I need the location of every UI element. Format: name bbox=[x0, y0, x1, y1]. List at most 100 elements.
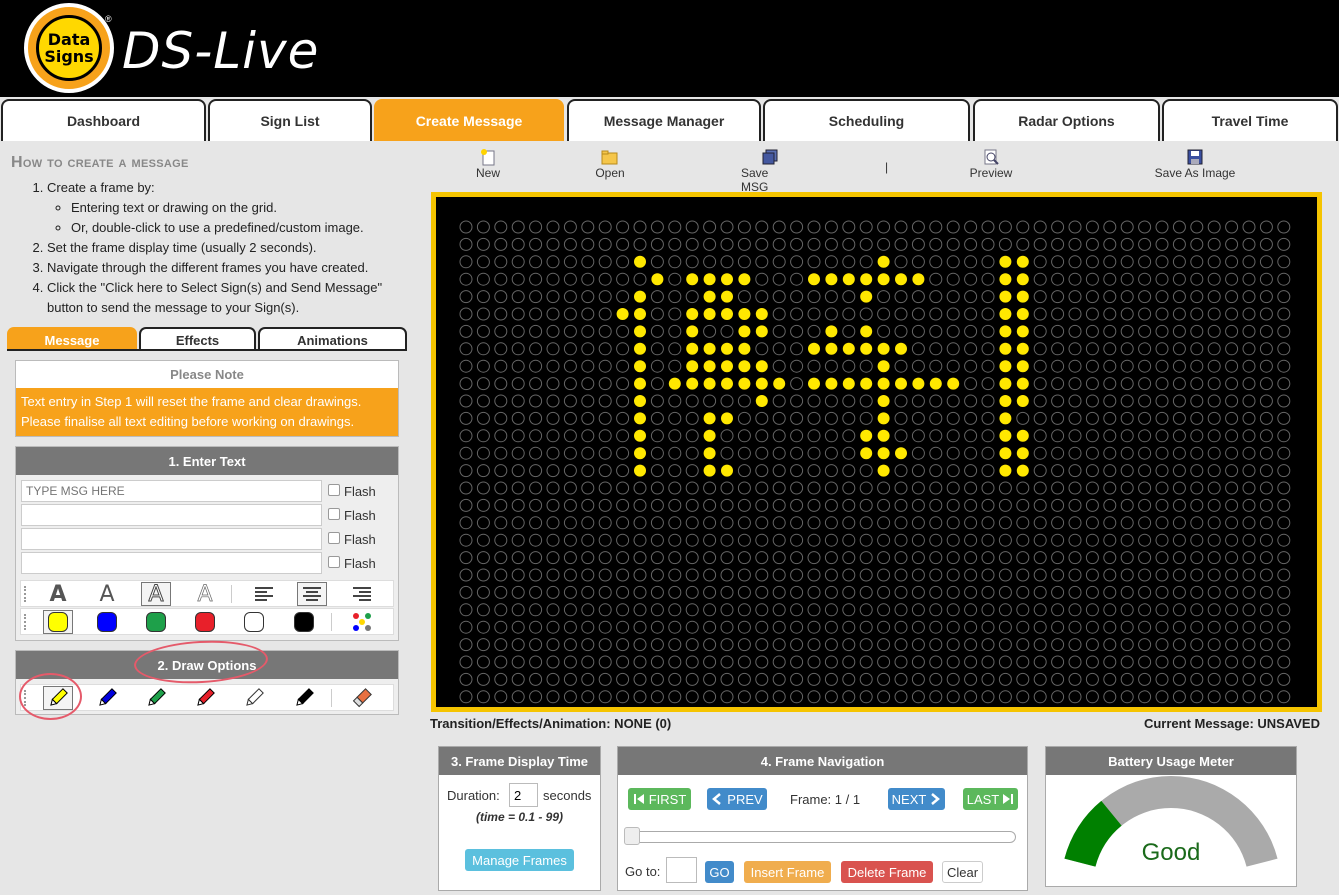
led-off[interactable] bbox=[476, 533, 490, 547]
led-off[interactable] bbox=[598, 377, 612, 391]
led-off[interactable] bbox=[1051, 655, 1065, 669]
led-off[interactable] bbox=[737, 255, 751, 269]
led-off[interactable] bbox=[494, 377, 508, 391]
led-on[interactable] bbox=[860, 273, 873, 286]
led-off[interactable] bbox=[824, 359, 838, 373]
led-off[interactable] bbox=[737, 394, 751, 408]
led-off[interactable] bbox=[824, 551, 838, 565]
color-blue-button[interactable] bbox=[92, 610, 122, 634]
led-off[interactable] bbox=[964, 620, 978, 634]
led-off[interactable] bbox=[668, 568, 682, 582]
led-off[interactable] bbox=[1068, 568, 1082, 582]
led-off[interactable] bbox=[1207, 446, 1221, 460]
led-off[interactable] bbox=[476, 585, 490, 599]
led-off[interactable] bbox=[459, 290, 473, 304]
led-off[interactable] bbox=[1277, 446, 1291, 460]
led-off[interactable] bbox=[911, 533, 925, 547]
led-off[interactable] bbox=[1068, 516, 1082, 530]
led-off[interactable] bbox=[668, 220, 682, 234]
led-off[interactable] bbox=[1033, 638, 1047, 652]
led-off[interactable] bbox=[1172, 377, 1186, 391]
led-off[interactable] bbox=[1068, 429, 1082, 443]
led-off[interactable] bbox=[790, 464, 804, 478]
led-off[interactable] bbox=[668, 585, 682, 599]
led-off[interactable] bbox=[1138, 446, 1152, 460]
led-off[interactable] bbox=[1225, 324, 1239, 338]
led-on[interactable] bbox=[634, 308, 646, 320]
led-off[interactable] bbox=[998, 690, 1012, 704]
led-off[interactable] bbox=[1172, 551, 1186, 565]
led-off[interactable] bbox=[807, 255, 821, 269]
led-off[interactable] bbox=[807, 620, 821, 634]
led-off[interactable] bbox=[998, 568, 1012, 582]
led-off[interactable] bbox=[946, 690, 960, 704]
led-off[interactable] bbox=[459, 272, 473, 286]
led-off[interactable] bbox=[1051, 672, 1065, 686]
led-off[interactable] bbox=[1172, 446, 1186, 460]
led-off[interactable] bbox=[824, 220, 838, 234]
led-off[interactable] bbox=[546, 359, 560, 373]
led-off[interactable] bbox=[807, 446, 821, 460]
led-off[interactable] bbox=[1207, 568, 1221, 582]
led-on[interactable] bbox=[999, 464, 1012, 477]
led-off[interactable] bbox=[998, 516, 1012, 530]
led-off[interactable] bbox=[616, 255, 630, 269]
led-off[interactable] bbox=[807, 237, 821, 251]
led-off[interactable] bbox=[1172, 533, 1186, 547]
led-on[interactable] bbox=[703, 447, 716, 460]
led-off[interactable] bbox=[929, 307, 943, 321]
led-off[interactable] bbox=[1242, 551, 1256, 565]
led-off[interactable] bbox=[546, 603, 560, 617]
led-off[interactable] bbox=[1225, 307, 1239, 321]
led-off[interactable] bbox=[459, 324, 473, 338]
led-off[interactable] bbox=[1225, 672, 1239, 686]
led-off[interactable] bbox=[1051, 464, 1065, 478]
led-off[interactable] bbox=[964, 324, 978, 338]
led-off[interactable] bbox=[459, 359, 473, 373]
led-off[interactable] bbox=[772, 429, 786, 443]
led-off[interactable] bbox=[1033, 516, 1047, 530]
led-on[interactable] bbox=[825, 273, 838, 286]
led-off[interactable] bbox=[1085, 411, 1099, 425]
led-off[interactable] bbox=[859, 359, 873, 373]
led-off[interactable] bbox=[459, 655, 473, 669]
led-off[interactable] bbox=[581, 342, 595, 356]
led-off[interactable] bbox=[668, 638, 682, 652]
led-on[interactable] bbox=[877, 429, 890, 442]
led-off[interactable] bbox=[1242, 620, 1256, 634]
led-off[interactable] bbox=[633, 533, 647, 547]
led-off[interactable] bbox=[703, 603, 717, 617]
led-off[interactable] bbox=[703, 620, 717, 634]
led-off[interactable] bbox=[511, 255, 525, 269]
tab-sign-list[interactable]: Sign List bbox=[208, 99, 372, 141]
led-off[interactable] bbox=[633, 498, 647, 512]
text-input-2[interactable] bbox=[21, 504, 322, 526]
led-off[interactable] bbox=[1225, 255, 1239, 269]
led-off[interactable] bbox=[529, 237, 543, 251]
led-off[interactable] bbox=[1242, 585, 1256, 599]
led-off[interactable] bbox=[546, 481, 560, 495]
led-off[interactable] bbox=[807, 568, 821, 582]
led-on[interactable] bbox=[860, 342, 873, 355]
led-off[interactable] bbox=[964, 464, 978, 478]
led-off[interactable] bbox=[1207, 533, 1221, 547]
led-off[interactable] bbox=[877, 603, 891, 617]
led-off[interactable] bbox=[1172, 638, 1186, 652]
led-off[interactable] bbox=[1172, 498, 1186, 512]
led-off[interactable] bbox=[511, 585, 525, 599]
led-off[interactable] bbox=[964, 516, 978, 530]
led-off[interactable] bbox=[529, 533, 543, 547]
led-off[interactable] bbox=[459, 237, 473, 251]
led-off[interactable] bbox=[1085, 429, 1099, 443]
led-on[interactable] bbox=[721, 360, 733, 373]
led-off[interactable] bbox=[1051, 690, 1065, 704]
led-off[interactable] bbox=[1138, 638, 1152, 652]
led-off[interactable] bbox=[859, 516, 873, 530]
led-off[interactable] bbox=[894, 324, 908, 338]
led-off[interactable] bbox=[842, 672, 856, 686]
led-on[interactable] bbox=[686, 377, 699, 390]
led-on[interactable] bbox=[825, 325, 838, 338]
led-off[interactable] bbox=[894, 690, 908, 704]
led-off[interactable] bbox=[720, 638, 734, 652]
led-off[interactable] bbox=[1259, 533, 1273, 547]
